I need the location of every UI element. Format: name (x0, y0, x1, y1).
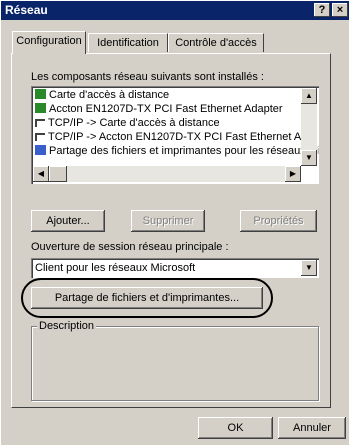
network-adapter-icon (35, 89, 46, 99)
close-button[interactable]: × (332, 3, 348, 17)
description-group: Description (31, 320, 319, 401)
tab-access-control[interactable]: Contrôle d'accès (168, 33, 264, 52)
components-listbox[interactable]: Carte d'accès à distance Accton EN1207D-… (31, 86, 319, 184)
horizontal-scrollbar[interactable]: ◀ ▶ (33, 166, 301, 182)
title-bar: Réseau ? × (1, 1, 349, 20)
vertical-scrollbar[interactable]: ▲ ▼ (301, 88, 317, 166)
chevron-down-icon[interactable]: ▼ (301, 260, 317, 276)
window-title: Réseau (5, 3, 48, 17)
tab-configuration[interactable]: Configuration (12, 31, 86, 54)
scroll-left-icon[interactable]: ◀ (33, 166, 49, 182)
list-item[interactable]: Accton EN1207D-TX PCI Fast Ethernet Adap… (35, 103, 283, 116)
components-label: Les composants réseau suivants sont inst… (31, 71, 264, 83)
file-printer-sharing-button[interactable]: Partage de fichiers et d'imprimantes... (31, 287, 263, 309)
cancel-button[interactable]: Annuler (278, 417, 346, 439)
primary-logon-value: Client pour les réseaux Microsoft (35, 262, 196, 274)
scroll-thumb[interactable] (49, 166, 67, 182)
primary-logon-select[interactable]: Client pour les réseaux Microsoft ▼ (31, 258, 319, 278)
remove-button[interactable]: Supprimer (131, 210, 205, 232)
add-button[interactable]: Ajouter... (31, 210, 105, 232)
list-item[interactable]: TCP/IP -> Accton EN1207D-TX PCI Fast Eth… (35, 131, 307, 144)
scroll-right-icon[interactable]: ▶ (285, 166, 301, 182)
network-dialog: Réseau ? × Configuration Identification … (0, 0, 349, 445)
description-legend: Description (37, 320, 97, 332)
protocol-icon (35, 119, 45, 127)
properties-button[interactable]: Propriétés (240, 210, 317, 232)
file-printer-sharing-icon (35, 145, 46, 155)
protocol-icon (35, 133, 45, 141)
help-button[interactable]: ? (314, 3, 330, 17)
network-adapter-icon (35, 103, 46, 113)
scroll-up-icon[interactable]: ▲ (301, 88, 317, 104)
list-item[interactable]: TCP/IP -> Carte d'accès à distance (35, 117, 220, 130)
list-item[interactable]: Partage des fichiers et imprimantes pour… (35, 145, 319, 158)
scroll-down-icon[interactable]: ▼ (301, 150, 317, 166)
primary-logon-label: Ouverture de session réseau principale : (31, 241, 229, 253)
list-item[interactable]: Carte d'accès à distance (35, 89, 169, 102)
tab-identification[interactable]: Identification (88, 33, 168, 52)
ok-button[interactable]: OK (198, 417, 273, 439)
